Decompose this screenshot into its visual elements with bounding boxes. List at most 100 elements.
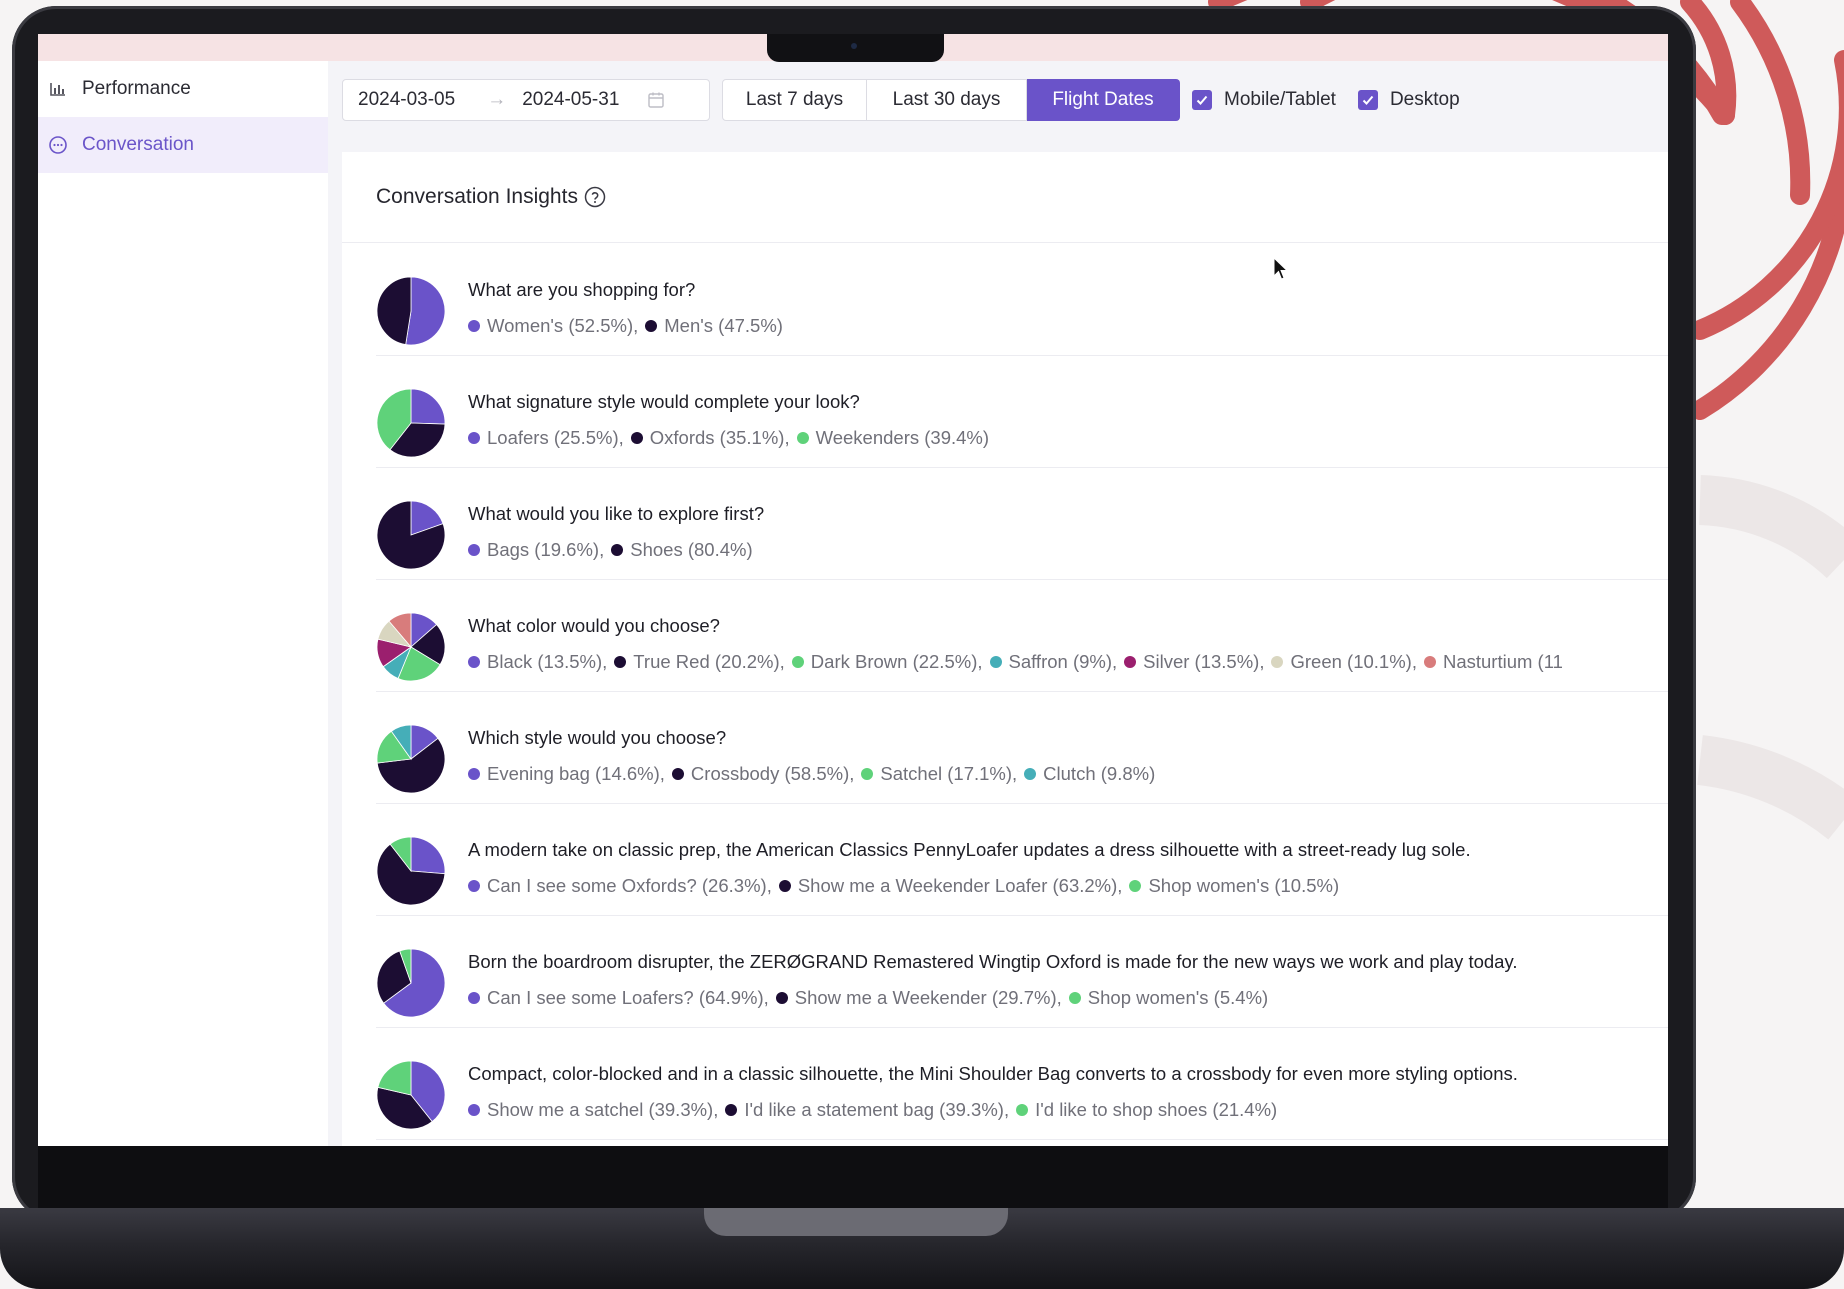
answer-item: Oxfords (35.1%) bbox=[630, 427, 785, 449]
checkmark-icon[interactable] bbox=[1357, 90, 1378, 110]
laptop-bezel-bottom bbox=[38, 1146, 1668, 1208]
separator: , bbox=[599, 539, 605, 560]
flight-dates-button[interactable]: Flight Dates bbox=[1027, 79, 1180, 121]
legend-dot-icon bbox=[671, 768, 684, 780]
pie-slice bbox=[410, 388, 446, 425]
separator: , bbox=[779, 651, 785, 672]
question-row: What are you shopping for? Women's (52.5%… bbox=[376, 243, 1668, 356]
pie-chart bbox=[376, 500, 446, 570]
filter-toolbar: 2024-03-05 → 2024-05-31 Last 7 days Last… bbox=[342, 78, 1460, 122]
answer-label: Show me a Weekender (29.7%) bbox=[794, 987, 1057, 1008]
pie-chart bbox=[376, 948, 446, 1018]
answer-label: Weekenders (39.4%) bbox=[815, 427, 990, 448]
help-circle-icon[interactable] bbox=[584, 186, 606, 208]
answer-label: Shop women's (5.4%) bbox=[1087, 987, 1269, 1008]
pie-chart bbox=[376, 276, 446, 346]
checkbox-label: Mobile/Tablet bbox=[1224, 89, 1336, 110]
calendar-icon[interactable] bbox=[647, 91, 665, 109]
answer-item: Men's (47.5%) bbox=[645, 315, 783, 337]
answer-label: Oxfords (35.1%) bbox=[649, 427, 785, 448]
date-range-buttons: Last 7 days Last 30 days Flight Dates bbox=[722, 79, 1180, 121]
card-title: Conversation Insights bbox=[376, 185, 578, 208]
last-30-days-button[interactable]: Last 30 days bbox=[867, 79, 1027, 121]
checkmark-icon[interactable] bbox=[1192, 90, 1212, 110]
sidebar-item-performance[interactable]: Performance bbox=[38, 61, 328, 117]
answer-legend: Loafers (25.5%), Oxfords (35.1%), Weekende… bbox=[468, 427, 989, 449]
question-row: Born the boardroom disrupter, the ZERØGR… bbox=[376, 915, 1668, 1028]
answer-item: Black (13.5%) bbox=[468, 651, 602, 673]
legend-dot-icon bbox=[468, 880, 480, 892]
answer-item: Evening bag (14.6%) bbox=[468, 763, 660, 785]
answer-label: True Red (20.2%) bbox=[633, 651, 780, 672]
last-7-days-button[interactable]: Last 7 days bbox=[722, 79, 867, 121]
pie-chart bbox=[376, 612, 446, 682]
question-text: What are you shopping for? bbox=[468, 279, 696, 300]
separator: , bbox=[1012, 763, 1018, 784]
bar-chart-icon bbox=[48, 79, 68, 99]
separator: , bbox=[977, 651, 983, 672]
pie-slice bbox=[405, 276, 446, 346]
answer-item: Can I see some Oxfords? (26.3%) bbox=[468, 875, 767, 897]
answer-label: Nasturtium (11 bbox=[1442, 651, 1563, 672]
answer-item: Shoes (80.4%) bbox=[611, 539, 753, 561]
answer-legend: Bags (19.6%), Shoes (80.4%) bbox=[468, 539, 753, 561]
separator: , bbox=[713, 1099, 719, 1120]
legend-dot-icon bbox=[468, 544, 480, 556]
legend-dot-icon bbox=[725, 1104, 738, 1116]
answer-item: Clutch (9.8%) bbox=[1024, 763, 1155, 785]
answer-label: Black (13.5%) bbox=[487, 651, 603, 672]
separator: , bbox=[1056, 987, 1062, 1008]
mouse-cursor-icon bbox=[1273, 257, 1289, 280]
answer-label: I'd like to shop shoes (21.4%) bbox=[1035, 1099, 1278, 1120]
checkbox-label: Desktop bbox=[1389, 89, 1460, 110]
legend-dot-icon bbox=[1271, 656, 1284, 668]
pie-slice bbox=[376, 276, 412, 346]
separator: , bbox=[1411, 651, 1417, 672]
separator: , bbox=[784, 427, 790, 448]
answer-item: Women's (52.5%) bbox=[468, 315, 633, 337]
arrow-right-icon: → bbox=[487, 89, 507, 110]
question-row: Compact, color-blocked and in a classic … bbox=[376, 1027, 1668, 1140]
answer-label: I'd like a statement bag (39.3%) bbox=[744, 1099, 1004, 1120]
question-row: What would you like to explore first? Bag… bbox=[376, 467, 1668, 580]
answer-label: Men's (47.5%) bbox=[664, 315, 783, 336]
question-text: Compact, color-blocked and in a classic … bbox=[468, 1063, 1518, 1084]
answer-label: Bags (19.6%) bbox=[487, 539, 600, 560]
sidebar-item-conversation[interactable]: Conversation bbox=[38, 117, 328, 173]
legend-dot-icon bbox=[791, 656, 804, 668]
answer-legend: Show me a satchel (39.3%), I'd like a sta… bbox=[468, 1099, 1277, 1121]
date-range-picker[interactable]: 2024-03-05 → 2024-05-31 bbox=[342, 79, 710, 121]
separator: , bbox=[659, 763, 665, 784]
answer-item: Bags (19.6%) bbox=[468, 539, 599, 561]
answer-item: I'd like a statement bag (39.3%) bbox=[725, 1099, 1004, 1121]
date-start-input[interactable]: 2024-03-05 bbox=[358, 89, 455, 111]
pie-chart bbox=[376, 724, 446, 794]
date-end-input[interactable]: 2024-05-31 bbox=[522, 89, 619, 111]
legend-dot-icon bbox=[989, 656, 1002, 668]
desktop-checkbox[interactable]: Desktop bbox=[1357, 89, 1460, 111]
conversation-insights-card: Conversation Insights What are you shopp… bbox=[342, 152, 1668, 1146]
legend-dot-icon bbox=[778, 880, 791, 892]
legend-dot-icon bbox=[611, 544, 624, 556]
question-row: What color would you choose? Black (13.5%… bbox=[376, 579, 1668, 692]
answer-label: Women's (52.5%) bbox=[487, 315, 634, 336]
answer-item: Green (10.1%) bbox=[1271, 651, 1412, 673]
question-text: A modern take on classic prep, the Ameri… bbox=[468, 839, 1471, 860]
question-text: What color would you choose? bbox=[468, 615, 720, 636]
card-header: Conversation Insights bbox=[342, 152, 1668, 243]
question-text: Born the boardroom disrupter, the ZERØGR… bbox=[468, 951, 1518, 972]
answer-label: Shoes (80.4%) bbox=[630, 539, 753, 560]
answer-item: Crossbody (58.5%) bbox=[671, 763, 849, 785]
mobile-tablet-checkbox[interactable]: Mobile/Tablet bbox=[1192, 89, 1336, 111]
sidebar-item-label: Performance bbox=[82, 78, 191, 99]
answer-item: Show me a satchel (39.3%) bbox=[468, 1099, 713, 1121]
separator: , bbox=[633, 315, 639, 336]
answer-item: True Red (20.2%) bbox=[614, 651, 780, 673]
pie-chart bbox=[376, 836, 446, 906]
separator: , bbox=[766, 875, 772, 896]
answer-item: Nasturtium (11 bbox=[1423, 651, 1563, 673]
legend-dot-icon bbox=[614, 656, 627, 668]
pie-chart bbox=[376, 1060, 446, 1130]
answer-label: Clutch (9.8%) bbox=[1043, 763, 1156, 784]
answer-label: Can I see some Loafers? (64.9%) bbox=[487, 987, 764, 1008]
